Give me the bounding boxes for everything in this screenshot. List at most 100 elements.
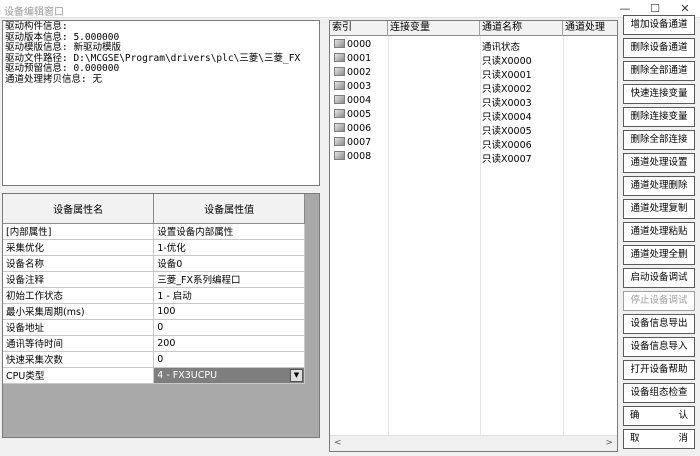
channel-process-copy-button[interactable]: 通道处理复制 xyxy=(623,199,695,219)
cancel-button[interactable]: 取 消 xyxy=(623,429,695,449)
property-row[interactable]: 设备注释 三菱_FX系列编程口 xyxy=(3,271,305,288)
channel-icon xyxy=(334,67,345,76)
channel-row[interactable]: 0005 只读X0004 xyxy=(330,108,617,123)
channel-icon xyxy=(334,123,345,132)
channel-index: 0003 xyxy=(334,81,371,92)
title-bar: 设备编辑窗口 — ☐ ✕ xyxy=(0,0,700,18)
column-process-header[interactable]: 通道处理 xyxy=(563,21,617,36)
property-row[interactable]: 快速采集次数 0 xyxy=(3,351,305,368)
channel-index: 0004 xyxy=(334,95,371,106)
property-value[interactable]: 0 xyxy=(153,319,305,336)
confirm-label-left: 确 xyxy=(630,410,640,421)
delete-all-links-button[interactable]: 删除全部连接 xyxy=(623,130,695,150)
scroll-left-icon[interactable]: < xyxy=(334,438,342,448)
property-row[interactable]: 通讯等待时间 200 xyxy=(3,335,305,352)
property-value[interactable]: 1 - 启动 xyxy=(153,287,305,304)
scroll-right-icon[interactable]: > xyxy=(605,438,613,448)
channel-index-text: 0001 xyxy=(347,53,372,64)
channel-index: 0006 xyxy=(334,123,371,134)
channel-icon xyxy=(334,137,345,146)
property-row[interactable]: 初始工作状态 1 - 启动 xyxy=(3,287,305,304)
device-property-panel: 设备属性名 设备属性值 [内部属性] 设置设备内部属性 采集优化 1-优化 设备… xyxy=(2,193,320,438)
property-value: 4 - FX3UCPU xyxy=(157,369,218,381)
property-name: 设备名称 xyxy=(3,255,155,272)
channel-name: 只读X0005 xyxy=(482,126,532,137)
device-config-check-button[interactable]: 设备组态检查 xyxy=(623,383,695,403)
horizontal-scrollbar[interactable]: < > xyxy=(330,435,617,451)
delete-link-variable-button[interactable]: 删除连接变量 xyxy=(623,107,695,127)
driver-info-box[interactable]: 驱动构件信息: 驱动版本信息: 5.000000 驱动模版信息: 新驱动模版 驱… xyxy=(2,20,320,186)
column-index-header[interactable]: 索引 xyxy=(330,21,388,36)
property-row[interactable]: 最小采集周期(ms) 100 xyxy=(3,303,305,320)
channel-name: 只读X0007 xyxy=(482,154,532,165)
channel-index: 0008 xyxy=(334,151,371,162)
driver-info-line: 驱动构件信息: xyxy=(5,21,68,32)
property-value[interactable]: 100 xyxy=(153,303,305,320)
property-name: [内部属性] xyxy=(3,223,155,240)
channel-index: 0000 xyxy=(334,39,371,50)
channel-index-text: 0004 xyxy=(347,95,372,106)
channel-process-settings-button[interactable]: 通道处理设置 xyxy=(623,153,695,173)
property-value[interactable]: 设置设备内部属性 xyxy=(153,223,305,240)
property-value[interactable]: 三菱_FX系列编程口 xyxy=(153,271,305,288)
channel-name: 只读X0001 xyxy=(482,70,532,81)
property-value[interactable]: 1-优化 xyxy=(153,239,305,256)
channel-list[interactable]: 索引 连接变量 通道名称 通道处理 0000 通讯状态 0001 只读X0000… xyxy=(329,20,618,452)
cpu-type-select[interactable]: 4 - FX3UCPU ▼ xyxy=(153,367,305,384)
quick-link-variable-button[interactable]: 快速连接变量 xyxy=(623,84,695,104)
property-name: 设备注释 xyxy=(3,271,155,288)
channel-index-text: 0002 xyxy=(347,67,372,78)
channel-process-delete-button[interactable]: 通道处理删除 xyxy=(623,176,695,196)
channel-index: 0005 xyxy=(334,109,371,120)
channel-index-text: 0007 xyxy=(347,137,372,148)
channel-name: 只读X0006 xyxy=(482,140,532,151)
channel-row[interactable]: 0003 只读X0002 xyxy=(330,80,617,95)
delete-channel-button[interactable]: 删除设备通道 xyxy=(623,38,695,58)
property-row[interactable]: 采集优化 1-优化 xyxy=(3,239,305,256)
property-row-selected[interactable]: CPU类型 4 - FX3UCPU ▼ xyxy=(3,367,305,384)
channel-row[interactable]: 0001 只读X0000 xyxy=(330,52,617,67)
add-channel-button[interactable]: 增加设备通道 xyxy=(623,15,695,35)
import-device-info-button[interactable]: 设备信息导入 xyxy=(623,337,695,357)
channel-list-header: 索引 连接变量 通道名称 通道处理 xyxy=(330,21,617,36)
channel-index-text: 0005 xyxy=(347,109,372,120)
channel-row[interactable]: 0008 只读X0007 xyxy=(330,150,617,165)
property-row[interactable]: [内部属性] 设置设备内部属性 xyxy=(3,223,305,240)
channel-index-text: 0008 xyxy=(347,151,372,162)
channel-icon xyxy=(334,81,345,90)
column-name-header[interactable]: 通道名称 xyxy=(480,21,563,36)
property-name-header: 设备属性名 xyxy=(3,194,155,224)
start-debug-button[interactable]: 启动设备调试 xyxy=(623,268,695,288)
channel-name: 只读X0002 xyxy=(482,84,532,95)
channel-row[interactable]: 0002 只读X0001 xyxy=(330,66,617,81)
column-variable-header[interactable]: 连接变量 xyxy=(388,21,480,36)
property-name: CPU类型 xyxy=(3,367,155,384)
confirm-button[interactable]: 确 认 xyxy=(623,406,695,426)
property-value[interactable]: 200 xyxy=(153,335,305,352)
channel-row[interactable]: 0007 只读X0006 xyxy=(330,136,617,151)
channel-name: 通讯状态 xyxy=(482,42,521,53)
chevron-down-icon[interactable]: ▼ xyxy=(290,368,303,382)
channel-index-text: 0003 xyxy=(347,81,372,92)
channel-icon xyxy=(334,95,345,104)
channel-icon xyxy=(334,109,345,118)
property-name: 快速采集次数 xyxy=(3,351,155,368)
channel-row[interactable]: 0004 只读X0003 xyxy=(330,94,617,109)
stop-debug-button[interactable]: 停止设备调试 xyxy=(623,291,695,311)
property-value[interactable]: 0 xyxy=(153,351,305,368)
property-value[interactable]: 设备0 xyxy=(153,255,305,272)
channel-process-delete-all-button[interactable]: 通道处理全删 xyxy=(623,245,695,265)
property-name: 最小采集周期(ms) xyxy=(3,303,155,320)
delete-all-channels-button[interactable]: 删除全部通道 xyxy=(623,61,695,81)
channel-row[interactable]: 0006 只读X0005 xyxy=(330,122,617,137)
channel-name: 只读X0000 xyxy=(482,56,532,67)
window-title: 设备编辑窗口 xyxy=(4,7,64,18)
property-row[interactable]: 设备地址 0 xyxy=(3,319,305,336)
export-device-info-button[interactable]: 设备信息导出 xyxy=(623,314,695,334)
property-row[interactable]: 设备名称 设备0 xyxy=(3,255,305,272)
property-name: 设备地址 xyxy=(3,319,155,336)
open-device-help-button[interactable]: 打开设备帮助 xyxy=(623,360,695,380)
channel-process-paste-button[interactable]: 通道处理粘贴 xyxy=(623,222,695,242)
channel-row[interactable]: 0000 通讯状态 xyxy=(330,38,617,53)
driver-info-line: 驱动模版信息: 新驱动模版 xyxy=(5,42,121,53)
